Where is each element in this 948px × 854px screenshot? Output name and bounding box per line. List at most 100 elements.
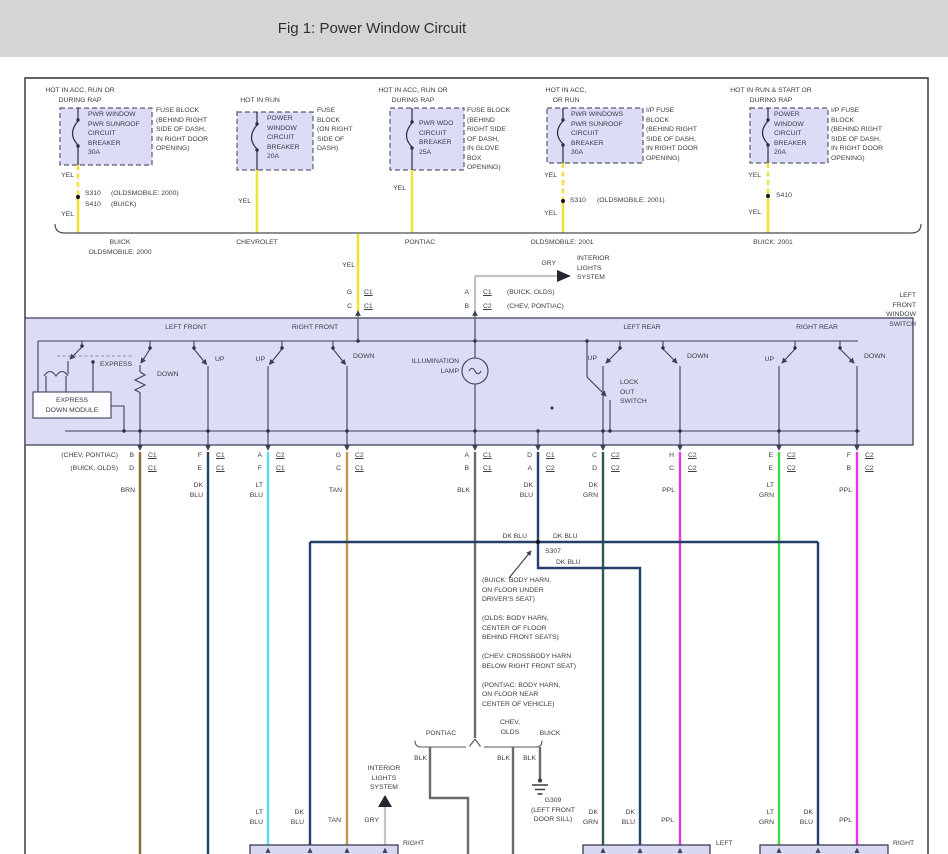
wire-color-label: PPL bbox=[661, 817, 674, 824]
feed-4-breaker-label: PWR WINDOWS PWR SUNROOF CIRCUIT BREAKER … bbox=[571, 111, 624, 157]
lr-up-label: UP bbox=[587, 355, 597, 362]
pin-letter: D bbox=[129, 465, 134, 472]
pin-conn: C2 bbox=[688, 465, 697, 472]
feed-1-wire-label-2: YEL bbox=[61, 211, 74, 218]
branch-chev-olds: CHEV, OLDS bbox=[499, 719, 521, 736]
feed-1-location: FUSE BLOCK (BEHIND RIGHT SIDE OF DASH, I… bbox=[156, 107, 208, 153]
section-right-front: RIGHT FRONT bbox=[291, 324, 339, 331]
wire-color-label: DK BLU bbox=[799, 809, 813, 826]
wire-color-label: LT BLU bbox=[249, 809, 263, 826]
illumination-lamp-label: ILLUMINATION LAMP bbox=[411, 358, 459, 375]
feed-4-splice: S310 bbox=[570, 197, 586, 204]
wire-color-label: DK BLU bbox=[189, 482, 203, 499]
feed-4-brand: OLDSMOBILE: 2001 bbox=[530, 239, 594, 246]
pin-letter: C bbox=[592, 452, 597, 459]
feed-2-header: HOT IN RUN bbox=[240, 97, 280, 104]
pin-conn: C2 bbox=[546, 465, 555, 472]
rr-down-label: DOWN bbox=[864, 353, 886, 360]
feed-4-wire-label-2: YEL bbox=[544, 210, 557, 217]
feed-2-wire-label-1: YEL bbox=[238, 198, 251, 205]
pin-conn: C2 bbox=[787, 465, 796, 472]
bottom-connector-boxes bbox=[249, 844, 889, 854]
ground-symbol bbox=[532, 778, 548, 795]
feed-1-splice-note-2: (BUICK) bbox=[111, 201, 137, 208]
wire-color-label: PPL bbox=[662, 487, 675, 494]
s307-splice-dot bbox=[535, 539, 541, 545]
trunk-conn-1: C1 bbox=[364, 289, 373, 296]
rf-up-label: UP bbox=[255, 356, 265, 363]
wire-color-label: LT GRN bbox=[758, 809, 774, 826]
feed-1-header: HOT IN ACC, RUN OR DURING RAP bbox=[45, 87, 115, 104]
pin-letter: E bbox=[768, 452, 773, 459]
feed-5-breaker-label: POWER WINDOW CIRCUIT BREAKER 20A bbox=[774, 111, 807, 157]
wire-color-label: BRN bbox=[120, 487, 135, 494]
branch-pontiac: PONTIAC bbox=[425, 730, 457, 737]
feed-4-wire-label-1: YEL bbox=[544, 172, 557, 179]
feed-5-location: I/P FUSE BLOCK (BEHIND RIGHT SIDE OF DAS… bbox=[831, 107, 883, 162]
feed-4-splice-note: (OLDSMOBILE: 2001) bbox=[597, 197, 665, 204]
wire-color-label: BLK bbox=[457, 487, 470, 494]
pin-letter: C bbox=[336, 465, 341, 472]
pin-letter: C bbox=[669, 465, 674, 472]
feed-2-location: FUSE BLOCK (ON RIGHT SIDE OF DASH) bbox=[317, 107, 353, 153]
rr-up-label: UP bbox=[764, 356, 774, 363]
gry-target: INTERIOR LIGHTS SYSTEM bbox=[577, 255, 610, 282]
rf-down-label: DOWN bbox=[353, 353, 375, 360]
wire-color-label: TAN bbox=[328, 487, 342, 494]
wire-blk-pontiac bbox=[428, 747, 470, 854]
pin-conn: C1 bbox=[276, 465, 285, 472]
gry-pin-1: A bbox=[464, 289, 469, 296]
s307-label-right: DK BLU bbox=[553, 533, 578, 540]
pin-letter: F bbox=[257, 465, 262, 472]
gry-conn-1: C1 bbox=[483, 289, 492, 296]
feed-2-breaker-label: POWER WINDOW CIRCUIT BREAKER 20A bbox=[267, 115, 300, 161]
feed-1-breaker-label: PWR WINDOW PWR SUNROOF CIRCUIT BREAKER 3… bbox=[88, 111, 140, 157]
interior-lights-arrow bbox=[557, 270, 571, 282]
pin-conn: C2 bbox=[688, 452, 697, 459]
gry-pin-2: B bbox=[464, 303, 469, 310]
wire-color-label: LT GRN bbox=[758, 482, 774, 499]
pin-letter: B bbox=[464, 465, 469, 472]
feed-3-location: FUSE BLOCK (BEHIND RIGHT SIDE OF DASH, I… bbox=[467, 107, 511, 172]
switch-title: LEFT FRONT WINDOW SWITCH bbox=[886, 292, 916, 328]
section-right-rear: RIGHT REAR bbox=[796, 324, 838, 331]
interior-lights-bottom: INTERIOR LIGHTS SYSTEM bbox=[367, 765, 401, 792]
blk-label-2: BLK bbox=[497, 755, 510, 762]
trunk-conn-2: C1 bbox=[364, 303, 373, 310]
s307-note-arrow bbox=[508, 550, 532, 579]
feed-3-wire-label-1: YEL bbox=[393, 185, 406, 192]
wire-color-label: PPL bbox=[839, 817, 852, 824]
pin-letter: D bbox=[592, 465, 597, 472]
pin-letter: G bbox=[335, 452, 341, 459]
feed-3-header: HOT IN ACC, RUN OR DURING RAP bbox=[378, 87, 448, 104]
wire-color-label: DK GRN bbox=[582, 809, 598, 826]
feed-1-splice: S310 bbox=[85, 190, 101, 197]
feed-1-wire-label-1: YEL bbox=[61, 172, 74, 179]
wire-color-label: PPL bbox=[839, 487, 852, 494]
gry-wire-label: GRY bbox=[541, 260, 556, 267]
pin-conn: C2 bbox=[355, 452, 364, 459]
bottom-box-3-label: RIGHT bbox=[893, 840, 915, 847]
pin-conn: C2 bbox=[276, 452, 285, 459]
trunk-pin-1: G bbox=[346, 289, 352, 296]
pin-letter: E bbox=[768, 465, 773, 472]
s307-label-down: DK BLU bbox=[556, 559, 581, 566]
express-down-module: EXPRESS DOWN MODULE bbox=[45, 397, 99, 414]
feed-5-header: HOT IN RUN & START OR DURING RAP bbox=[730, 87, 812, 104]
bottom-box-1-label: RIGHT bbox=[403, 840, 425, 847]
pin-conn: C2 bbox=[611, 465, 620, 472]
pin-conn: C1 bbox=[483, 452, 492, 459]
wire-color-label: DK GRN bbox=[582, 482, 598, 499]
pin-conn: C2 bbox=[865, 465, 874, 472]
lr-down-label: DOWN bbox=[687, 353, 709, 360]
wire-color-label: LT BLU bbox=[249, 482, 263, 499]
brand-bracket bbox=[54, 223, 922, 234]
pin-conn: C2 bbox=[787, 452, 796, 459]
feed-1-brand: BUICK OLDSMOBILE: 2000 bbox=[88, 239, 152, 256]
pin-conn: C1 bbox=[216, 465, 225, 472]
pin-conn: C2 bbox=[865, 452, 874, 459]
trunk-wire-label: YEL bbox=[342, 262, 355, 269]
bottom-box-2-label: LEFT bbox=[716, 840, 733, 847]
feed-1-splice-2: S410 bbox=[85, 201, 101, 208]
wire-color-label: DK BLU bbox=[519, 482, 533, 499]
